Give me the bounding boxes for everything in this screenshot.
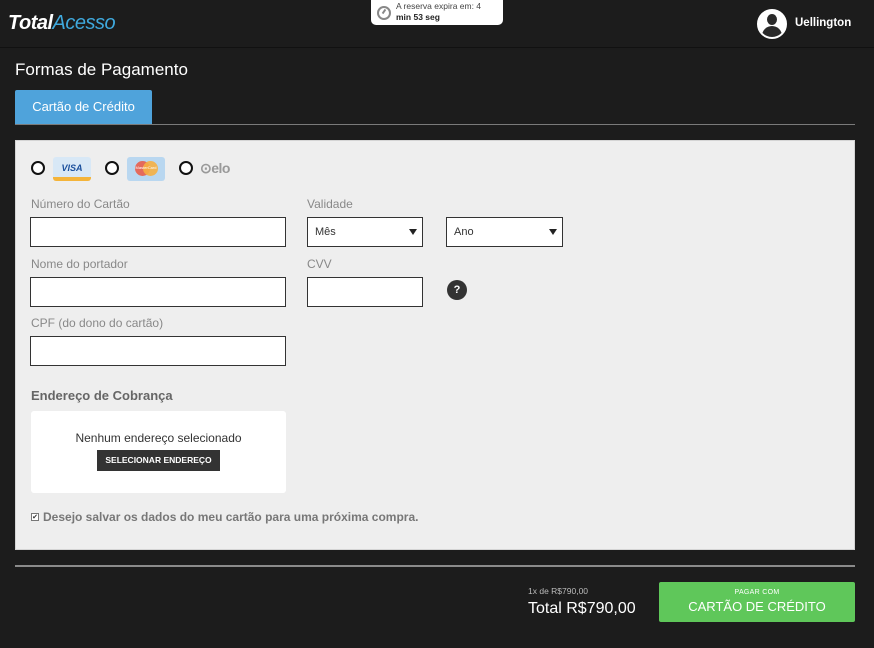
timer-text: A reserva expira em: 4 <box>396 1 482 11</box>
validity-label: Validade <box>307 197 353 211</box>
payment-form-panel: VISA MasterCard ⊙elo Número do Cartão Va… <box>15 140 855 550</box>
select-address-button[interactable]: SELECIONAR ENDEREÇO <box>97 450 220 471</box>
cpf-label: CPF (do dono do cartão) <box>31 316 164 330</box>
card-number-input[interactable] <box>30 217 286 247</box>
billing-address-title: Endereço de Cobrança <box>31 388 173 403</box>
page-title: Formas de Pagamento <box>15 60 188 79</box>
pay-with-credit-card-button[interactable]: PAGAR COM CARTÃO DE CRÉDITO <box>659 582 855 622</box>
year-select[interactable]: Ano <box>446 217 563 247</box>
logo-text-acesso: Acesso <box>52 12 116 34</box>
help-icon[interactable]: ? <box>447 280 467 300</box>
footer-divider <box>15 565 855 567</box>
billing-address-box: Nenhum endereço selecionado SELECIONAR E… <box>31 411 286 493</box>
total-amount: Total R$790,00 <box>528 600 636 617</box>
elo-logo-icon[interactable]: ⊙elo <box>200 160 230 177</box>
no-address-message: Nenhum endereço selecionado <box>75 431 242 445</box>
radio-visa[interactable] <box>31 161 45 175</box>
save-card-checkbox[interactable]: ✔ <box>31 513 39 521</box>
cvv-label: CVV <box>307 257 332 271</box>
logo-text-total: Total <box>8 12 53 34</box>
clock-icon <box>377 6 391 20</box>
month-select-value: Mês <box>315 226 336 238</box>
holder-name-input[interactable] <box>30 277 286 307</box>
month-select[interactable]: Mês <box>307 217 423 247</box>
radio-elo[interactable] <box>179 161 193 175</box>
cpf-input[interactable] <box>30 336 286 366</box>
radio-mastercard[interactable] <box>105 161 119 175</box>
chevron-down-icon <box>549 229 557 235</box>
visa-logo-icon[interactable]: VISA <box>53 157 91 181</box>
logo[interactable]: TotalAcesso <box>8 12 116 35</box>
mastercard-logo-icon[interactable]: MasterCard <box>127 157 165 181</box>
user-name[interactable]: Uellington <box>795 17 851 29</box>
user-silhouette-icon <box>767 14 777 25</box>
pay-button-label: CARTÃO DE CRÉDITO <box>688 599 826 614</box>
card-number-label: Número do Cartão <box>31 197 130 211</box>
holder-name-label: Nome do portador <box>31 257 128 271</box>
top-bar: TotalAcesso A reserva expira em: 4 min 5… <box>0 0 874 48</box>
chevron-down-icon <box>409 229 417 235</box>
cvv-input[interactable] <box>307 277 423 307</box>
pay-button-small-label: PAGAR COM <box>734 589 780 596</box>
tab-divider <box>15 124 855 125</box>
tab-credit-card[interactable]: Cartão de Crédito <box>15 90 152 124</box>
timer-remaining: min 53 seg <box>396 12 440 22</box>
installment-text: 1x de R$790,00 <box>528 586 589 596</box>
reservation-timer: A reserva expira em: 4 min 53 seg <box>371 0 503 25</box>
year-select-value: Ano <box>454 226 474 238</box>
avatar[interactable] <box>757 9 787 39</box>
save-card-label[interactable]: Desejo salvar os dados do meu cartão par… <box>43 510 418 524</box>
